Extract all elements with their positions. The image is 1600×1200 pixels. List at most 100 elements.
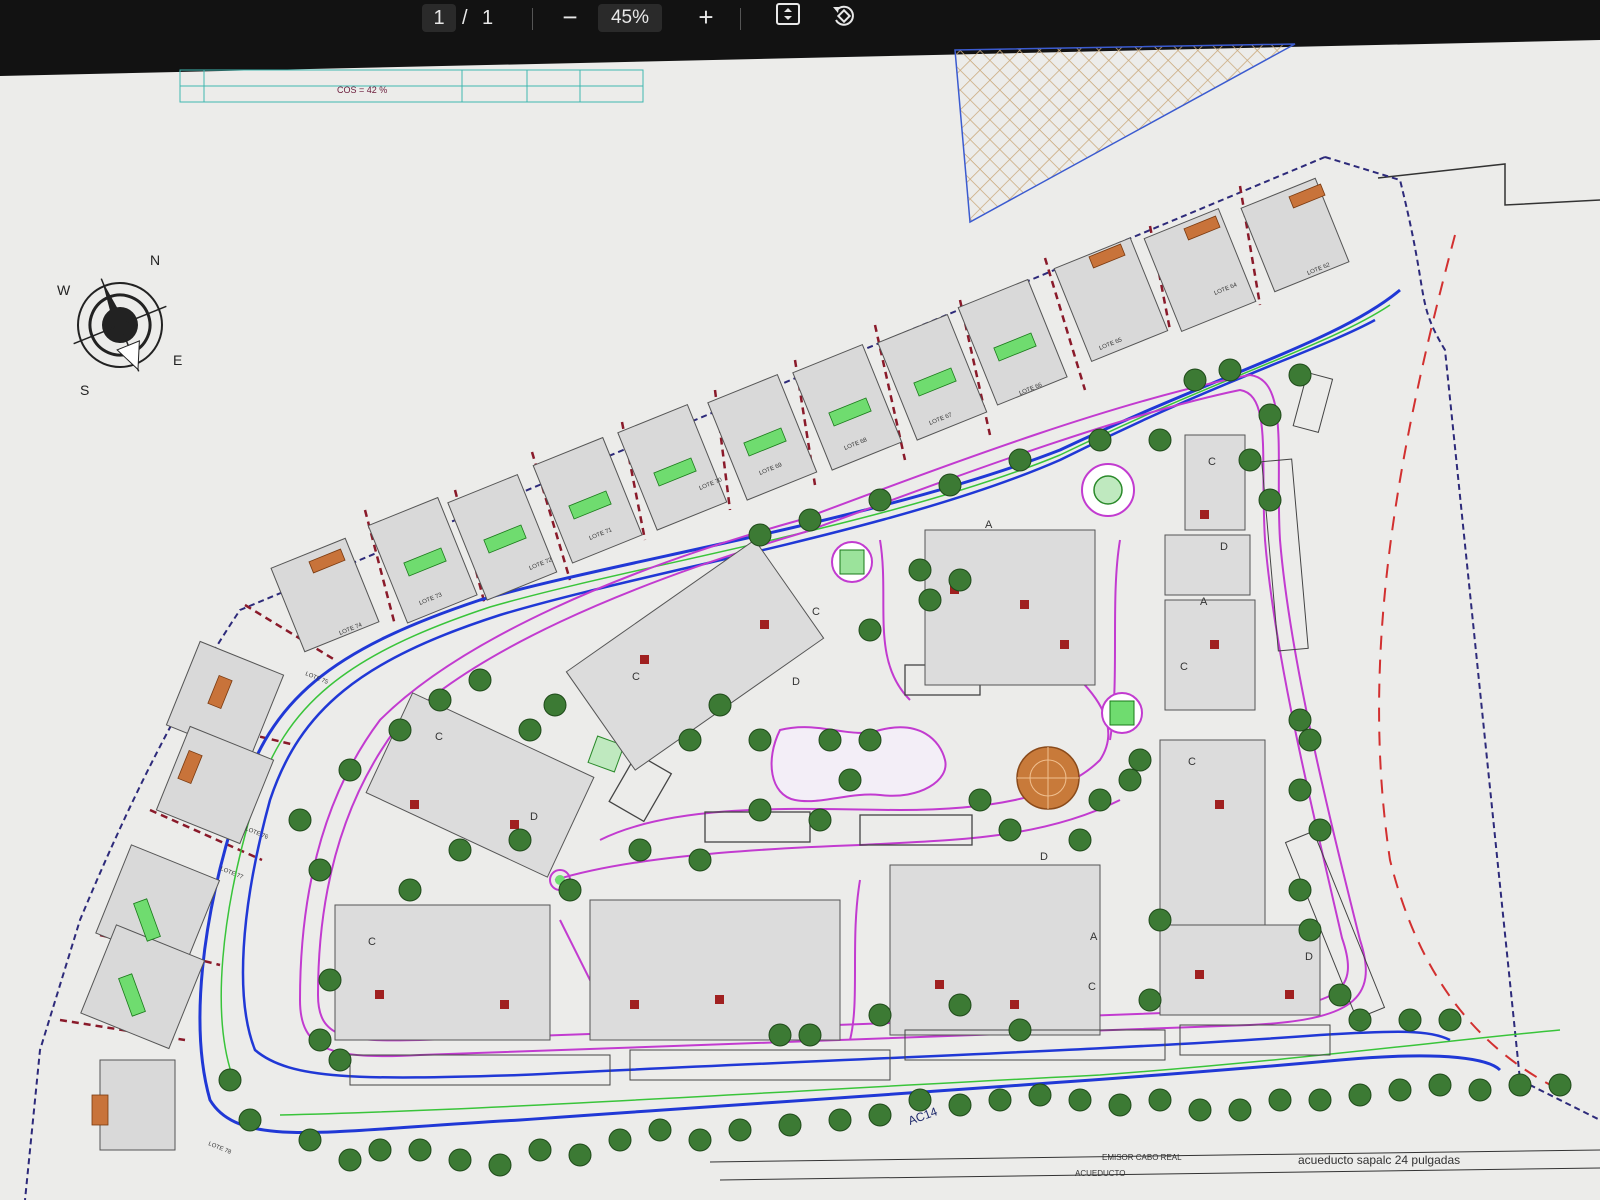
tree-icon xyxy=(798,508,822,532)
tree-icon xyxy=(628,838,652,862)
compass-west-label: W xyxy=(57,282,71,298)
tree-icon xyxy=(543,693,567,717)
tree-icon xyxy=(218,1068,242,1092)
tree-icon xyxy=(1008,448,1032,472)
tree-icon xyxy=(1348,1083,1372,1107)
page-separator: / xyxy=(462,7,468,29)
toolbar-divider xyxy=(740,8,741,30)
tree-icon xyxy=(1148,908,1172,932)
tree-icon xyxy=(1308,818,1332,842)
tree-icon xyxy=(388,718,412,742)
tree-icon xyxy=(1438,1008,1462,1032)
tree-icon xyxy=(1088,428,1112,452)
tree-icon xyxy=(1258,488,1282,512)
zoom-level-input[interactable]: 45% xyxy=(598,4,662,32)
tree-icon xyxy=(328,1048,352,1072)
rotate-button[interactable] xyxy=(826,2,862,32)
acueducto-label: ACUEDUCTO xyxy=(1075,1169,1126,1178)
tree-icon xyxy=(948,568,972,592)
tree-icon xyxy=(1288,878,1312,902)
tree-icon xyxy=(338,758,362,782)
tree-icon xyxy=(428,688,452,712)
page-total: 1 xyxy=(482,7,494,29)
tree-icon xyxy=(1298,728,1322,752)
tree-icon xyxy=(1388,1078,1412,1102)
tree-icon xyxy=(998,818,1022,842)
document-canvas[interactable]: COS = 42 % N E S W LOTE 62 LOTE 64 LOTE … xyxy=(0,40,1600,1200)
tree-icon xyxy=(748,798,772,822)
toolbar-divider xyxy=(532,8,533,30)
compass-north-label: N xyxy=(150,252,160,268)
tree-icon xyxy=(1068,828,1092,852)
fit-page-button[interactable] xyxy=(770,2,806,32)
tree-icon xyxy=(1328,983,1352,1007)
tree-icon xyxy=(868,1003,892,1027)
tree-icon xyxy=(1548,1073,1572,1097)
tree-icon xyxy=(1268,1088,1292,1112)
unit-letter: D xyxy=(1040,851,1048,863)
tree-icon xyxy=(1308,1088,1332,1112)
tree-icon xyxy=(338,1148,362,1172)
rotate-icon xyxy=(833,5,854,26)
emisor-label: EMISOR CABO REAL xyxy=(1102,1153,1182,1162)
tree-icon xyxy=(318,968,342,992)
tree-icon xyxy=(508,828,532,852)
tree-icon xyxy=(1183,368,1207,392)
tree-icon xyxy=(768,1023,792,1047)
tree-icon xyxy=(708,693,732,717)
site-plan-drawing: COS = 42 % N E S W LOTE 62 LOTE 64 LOTE … xyxy=(0,40,1600,1200)
tree-icon xyxy=(948,1093,972,1117)
tree-icon xyxy=(828,1108,852,1132)
tree-icon xyxy=(868,1103,892,1127)
tree-icon xyxy=(988,1088,1012,1112)
tree-icon xyxy=(1298,918,1322,942)
tree-icon xyxy=(368,1138,392,1162)
unit-letter: D xyxy=(1220,541,1228,553)
current-page-input[interactable]: 1 xyxy=(422,4,456,32)
tree-icon xyxy=(488,1153,512,1177)
tree-icon xyxy=(818,728,842,752)
tree-icon xyxy=(1088,788,1112,812)
tree-icon xyxy=(778,1113,802,1137)
tree-icon xyxy=(728,1118,752,1142)
tree-icon xyxy=(1508,1073,1532,1097)
unit-letter: C xyxy=(1180,661,1188,673)
tree-icon xyxy=(398,878,422,902)
tree-icon xyxy=(948,993,972,1017)
tree-icon xyxy=(608,1128,632,1152)
unit-letter: A xyxy=(985,519,993,531)
unit-letter: C xyxy=(1088,981,1096,993)
unit-letter: D xyxy=(1305,951,1313,963)
tree-icon xyxy=(298,1128,322,1152)
unit-letter: A xyxy=(1090,931,1098,943)
unit-letter: D xyxy=(530,811,538,823)
tree-icon xyxy=(1188,1098,1212,1122)
tree-icon xyxy=(858,728,882,752)
cos-label: COS = 42 % xyxy=(337,85,387,95)
tree-icon xyxy=(688,1128,712,1152)
tree-icon xyxy=(908,558,932,582)
tree-icon xyxy=(648,1118,672,1142)
tree-icon xyxy=(868,488,892,512)
tree-icon xyxy=(748,523,772,547)
acueducto-sapalc-label: acueducto sapalc 24 pulgadas xyxy=(1298,1153,1460,1167)
tree-icon xyxy=(1288,363,1312,387)
tree-icon xyxy=(568,1143,592,1167)
tree-icon xyxy=(918,588,942,612)
central-plaza xyxy=(1016,746,1080,810)
tree-icon xyxy=(688,848,712,872)
zoom-out-button[interactable]: − xyxy=(552,2,588,32)
unit-letter: D xyxy=(792,676,800,688)
tree-icon xyxy=(1228,1098,1252,1122)
tree-icon xyxy=(1148,428,1172,452)
tree-icon xyxy=(748,728,772,752)
tree-icon xyxy=(1108,1093,1132,1117)
unit-letter: C xyxy=(1208,456,1216,468)
unit-letter: C xyxy=(1188,756,1196,768)
tree-icon xyxy=(528,1138,552,1162)
tree-icon xyxy=(448,1148,472,1172)
tree-icon xyxy=(678,728,702,752)
zoom-in-button[interactable]: + xyxy=(688,2,724,32)
tree-icon xyxy=(1468,1078,1492,1102)
tree-icon xyxy=(238,1108,262,1132)
